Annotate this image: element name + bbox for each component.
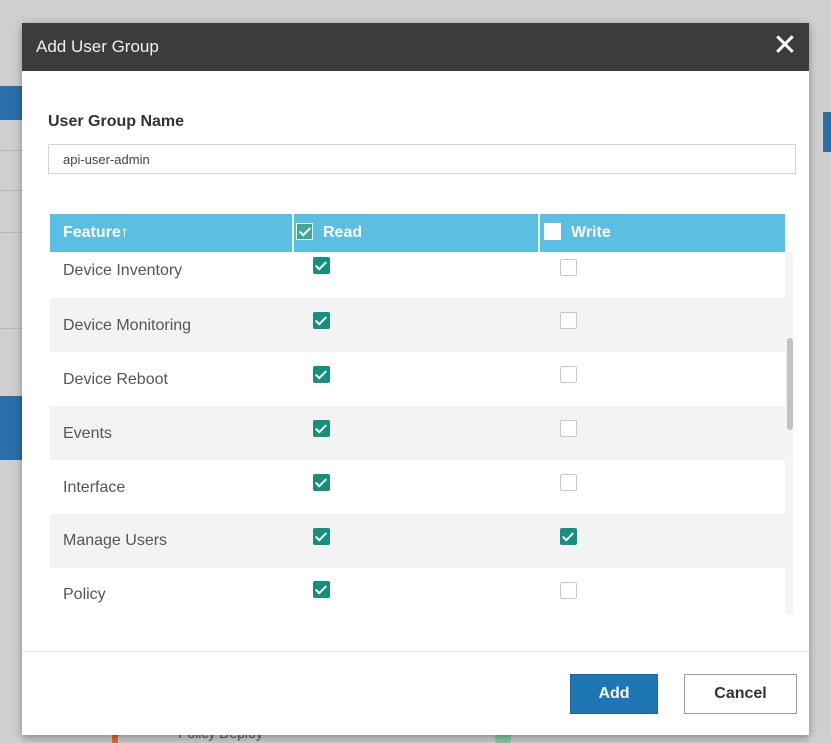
feature-cell: Manage Users [63, 532, 168, 549]
write-checkbox[interactable] [560, 312, 577, 329]
read-header-label: Read [323, 224, 363, 241]
column-separator [292, 214, 294, 252]
add-button[interactable]: Add [570, 674, 658, 714]
read-column-header[interactable]: Read [296, 214, 362, 252]
feature-cell: Interface [63, 479, 126, 496]
footer-divider [22, 651, 809, 652]
close-icon[interactable]: ✕ [767, 29, 803, 65]
background-side-band [823, 112, 831, 152]
write-checkbox[interactable] [560, 528, 577, 545]
table-row: Interface [50, 460, 785, 514]
write-checkbox[interactable] [560, 259, 577, 276]
add-user-group-dialog: Add User Group ✕ User Group Name Feature… [22, 23, 809, 735]
write-checkbox[interactable] [560, 582, 577, 599]
column-separator [538, 214, 540, 252]
write-select-all-checkbox[interactable] [544, 223, 561, 240]
read-checkbox[interactable] [313, 257, 330, 274]
table-row: Policy [50, 568, 785, 610]
feature-cell: Policy [63, 586, 106, 603]
feature-column-header[interactable]: Feature↑ [63, 214, 129, 252]
user-group-name-label: User Group Name [48, 113, 185, 130]
table-scrollbar-thumb[interactable] [787, 338, 793, 430]
read-checkbox[interactable] [313, 474, 330, 491]
read-checkbox[interactable] [313, 366, 330, 383]
cancel-button[interactable]: Cancel [684, 674, 797, 714]
table-row: Manage Users [50, 514, 785, 568]
feature-cell: Device Reboot [63, 371, 168, 388]
background-divider [0, 232, 22, 233]
background-divider [0, 150, 22, 151]
dialog-header: Add User Group ✕ [22, 23, 809, 71]
write-checkbox[interactable] [560, 420, 577, 437]
user-group-name-input[interactable] [48, 144, 796, 174]
feature-cell: Events [63, 425, 112, 442]
permissions-table: Feature↑ Read Write Device Inventory Dev… [50, 214, 785, 614]
background-divider [0, 328, 22, 329]
read-checkbox[interactable] [313, 420, 330, 437]
read-checkbox[interactable] [313, 528, 330, 545]
table-scrollbar-track[interactable] [785, 252, 793, 614]
table-row: Events [50, 406, 785, 460]
feature-cell: Device Monitoring [63, 317, 192, 334]
background-nav-band [0, 396, 22, 460]
read-checkbox[interactable] [313, 312, 330, 329]
dialog-title: Add User Group [36, 37, 159, 56]
write-checkbox[interactable] [560, 366, 577, 383]
write-column-header[interactable]: Write [544, 214, 611, 252]
write-checkbox[interactable] [560, 474, 577, 491]
table-row: Device Reboot [50, 352, 785, 406]
write-header-label: Write [571, 224, 611, 241]
table-row: Device Monitoring [50, 298, 785, 352]
read-select-all-checkbox[interactable] [296, 223, 313, 240]
table-header: Feature↑ Read Write [50, 214, 785, 252]
feature-cell: Device Inventory [63, 262, 183, 279]
table-body: Device Inventory Device Monitoring Devic… [50, 252, 785, 610]
read-checkbox[interactable] [313, 581, 330, 598]
background-nav-band [0, 86, 22, 120]
background-divider [0, 190, 22, 191]
